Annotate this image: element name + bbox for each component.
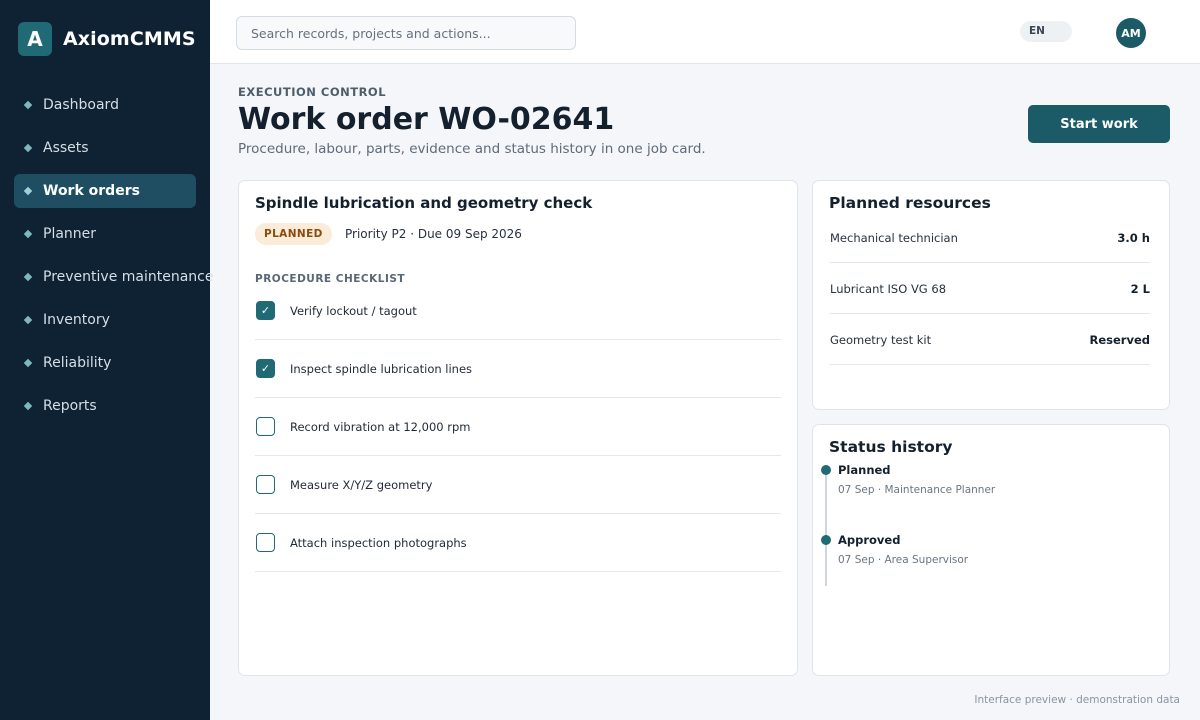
sidebar-item-label: Reliability bbox=[43, 355, 112, 371]
planned-resources-card: Planned resources Mechanical technician … bbox=[812, 180, 1170, 410]
timeline-detail: 07 Sep · Maintenance Planner bbox=[838, 484, 996, 496]
bullet-icon bbox=[23, 100, 33, 110]
history-title: Status history bbox=[829, 438, 953, 456]
footer-note: Interface preview · demonstration data bbox=[974, 694, 1180, 706]
sidebar-item-planner[interactable]: Planner bbox=[14, 217, 196, 251]
brand[interactable]: A AxiomCMMS bbox=[18, 22, 196, 56]
status-badge: PLANNED bbox=[255, 223, 332, 245]
checkbox[interactable] bbox=[256, 533, 275, 552]
sidebar-nav: Dashboard Assets Work orders Planner Pre… bbox=[14, 88, 213, 432]
timeline-dot-icon bbox=[821, 465, 831, 475]
bullet-icon bbox=[23, 229, 33, 239]
checkbox[interactable]: ✓ bbox=[256, 301, 275, 320]
sidebar-item-preventive-maintenance[interactable]: Preventive maintenance bbox=[14, 260, 213, 294]
checkmark-icon: ✓ bbox=[260, 362, 271, 375]
resource-row: Lubricant ISO VG 68 2 L bbox=[830, 263, 1150, 314]
procedure-checklist: ✓ Verify lockout / tagout ✓ Inspect spin… bbox=[255, 282, 781, 572]
checklist-item-label: Verify lockout / tagout bbox=[290, 303, 417, 318]
timeline-item: Planned 07 Sep · Maintenance Planner bbox=[821, 463, 1151, 533]
checklist-item-label: Measure X/Y/Z geometry bbox=[290, 477, 433, 492]
checkbox[interactable] bbox=[256, 475, 275, 494]
search-input[interactable] bbox=[236, 16, 576, 50]
language-toggle[interactable]: EN bbox=[1020, 21, 1072, 42]
checkbox[interactable] bbox=[256, 417, 275, 436]
sidebar-item-dashboard[interactable]: Dashboard bbox=[14, 88, 196, 122]
timeline-dot-icon bbox=[821, 535, 831, 545]
resource-quantity: 3.0 h bbox=[1117, 231, 1150, 245]
resource-quantity: 2 L bbox=[1130, 282, 1150, 296]
brand-logo-icon: A bbox=[18, 22, 52, 56]
checklist-item: Attach inspection photographs bbox=[255, 514, 781, 572]
bullet-icon bbox=[23, 186, 33, 196]
job-title: Spindle lubrication and geometry check bbox=[255, 194, 593, 212]
checklist-item: ✓ Inspect spindle lubrication lines bbox=[255, 340, 781, 398]
sidebar-item-assets[interactable]: Assets bbox=[14, 131, 196, 165]
sidebar-item-work-orders[interactable]: Work orders bbox=[14, 174, 196, 208]
sidebar-item-label: Preventive maintenance bbox=[43, 269, 214, 285]
bullet-icon bbox=[23, 315, 33, 325]
sidebar-item-label: Assets bbox=[43, 140, 89, 156]
resource-name: Geometry test kit bbox=[830, 333, 932, 347]
checklist-item-label: Attach inspection photographs bbox=[290, 535, 467, 550]
bullet-icon bbox=[23, 401, 33, 411]
timeline-status: Planned bbox=[838, 463, 891, 477]
sidebar-item-reliability[interactable]: Reliability bbox=[14, 346, 196, 380]
sidebar-item-label: Inventory bbox=[43, 312, 110, 328]
resources-list: Mechanical technician 3.0 h Lubricant IS… bbox=[830, 212, 1150, 365]
sidebar-item-label: Planner bbox=[43, 226, 97, 242]
resource-name: Lubricant ISO VG 68 bbox=[830, 282, 947, 296]
page-subtitle: Procedure, labour, parts, evidence and s… bbox=[238, 141, 706, 157]
sidebar-item-label: Reports bbox=[43, 398, 97, 414]
bullet-icon bbox=[23, 143, 33, 153]
avatar[interactable]: AM bbox=[1116, 18, 1146, 48]
page-eyebrow: EXECUTION CONTROL bbox=[238, 85, 387, 99]
job-card: Spindle lubrication and geometry check P… bbox=[238, 180, 798, 676]
top-bar: EN AM bbox=[210, 0, 1200, 64]
timeline-detail: 07 Sep · Area Supervisor bbox=[838, 554, 969, 566]
sidebar-item-inventory[interactable]: Inventory bbox=[14, 303, 196, 337]
checkbox[interactable]: ✓ bbox=[256, 359, 275, 378]
checklist-item-label: Inspect spindle lubrication lines bbox=[290, 361, 473, 376]
status-timeline: Planned 07 Sep · Maintenance Planner App… bbox=[821, 463, 1151, 603]
resource-name: Mechanical technician bbox=[830, 231, 958, 245]
checklist-item: ✓ Verify lockout / tagout bbox=[255, 282, 781, 340]
bullet-icon bbox=[23, 272, 33, 282]
resources-title: Planned resources bbox=[829, 194, 991, 212]
resource-row: Mechanical technician 3.0 h bbox=[830, 212, 1150, 263]
checkmark-icon: ✓ bbox=[260, 304, 271, 317]
sidebar-item-reports[interactable]: Reports bbox=[14, 389, 196, 423]
timeline-status: Approved bbox=[838, 533, 901, 547]
job-meta: Priority P2 · Due 09 Sep 2026 bbox=[345, 227, 522, 241]
resource-quantity: Reserved bbox=[1089, 333, 1151, 347]
checklist-item: Record vibration at 12,000 rpm bbox=[255, 398, 781, 456]
brand-name: AxiomCMMS bbox=[63, 28, 196, 50]
resource-row: Geometry test kit Reserved bbox=[830, 314, 1150, 365]
status-history-card: Status history Planned 07 Sep · Maintena… bbox=[812, 424, 1170, 676]
sidebar-item-label: Work orders bbox=[43, 183, 140, 199]
checklist-item-label: Record vibration at 12,000 rpm bbox=[290, 419, 471, 434]
bullet-icon bbox=[23, 358, 33, 368]
sidebar: A AxiomCMMS Dashboard Assets Work orders… bbox=[0, 0, 213, 720]
sidebar-item-label: Dashboard bbox=[43, 97, 119, 113]
page-title: Work order WO-02641 bbox=[238, 102, 615, 137]
checklist-item: Measure X/Y/Z geometry bbox=[255, 456, 781, 514]
start-work-button[interactable]: Start work bbox=[1028, 105, 1170, 143]
timeline-item: Approved 07 Sep · Area Supervisor bbox=[821, 533, 1151, 603]
